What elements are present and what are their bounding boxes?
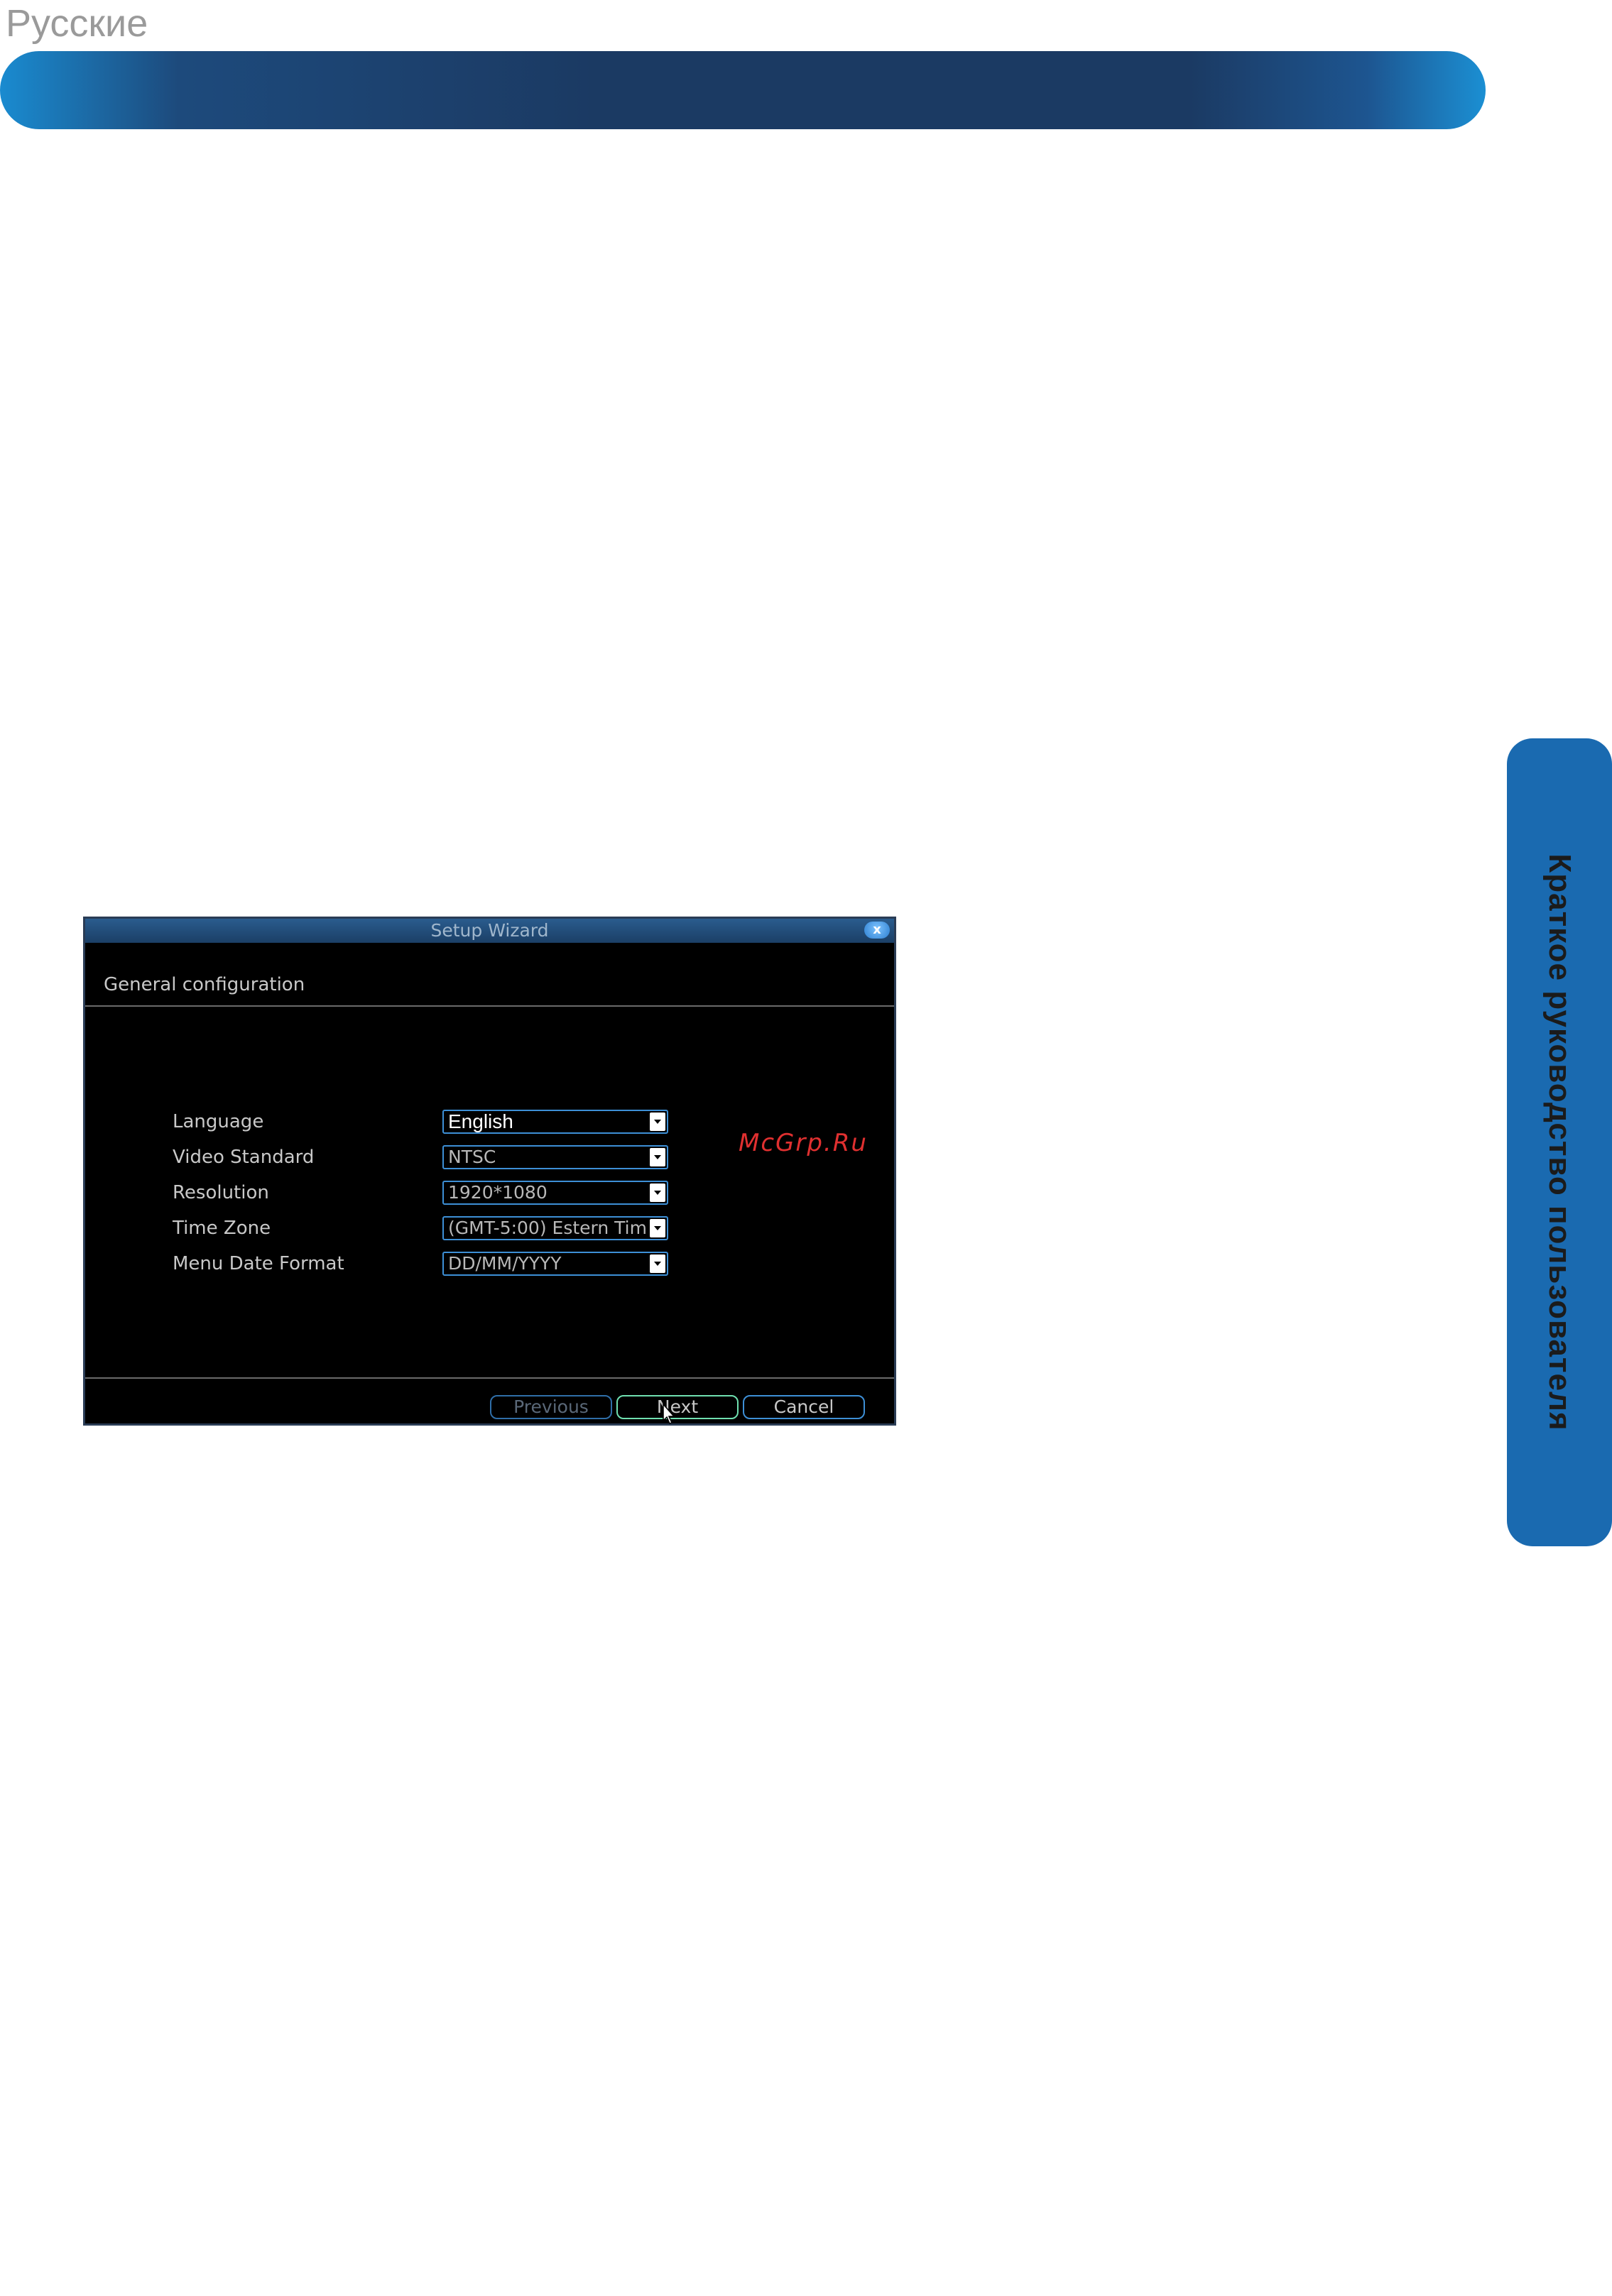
next-button[interactable]: Next [616, 1395, 739, 1419]
language-select[interactable]: English [442, 1110, 668, 1134]
time-zone-select[interactable]: (GMT-5:00) Estern Tim [442, 1216, 668, 1240]
section-title: General configuration [104, 974, 305, 995]
watermark: McGrp.Ru [739, 1129, 868, 1157]
menu-date-format-select[interactable]: DD/MM/YYYY [442, 1252, 668, 1276]
window-title: Setup Wizard [430, 920, 549, 941]
cancel-button[interactable]: Cancel [743, 1395, 865, 1419]
side-tab-label: Краткое руководство пользователя [1542, 853, 1577, 1431]
setup-wizard-window: Setup Wizard x General configuration Lan… [83, 917, 896, 1426]
dropdown-arrow-icon[interactable] [650, 1254, 665, 1273]
divider [85, 1005, 894, 1007]
select-value: (GMT-5:00) Estern Tim [448, 1218, 647, 1238]
setting-label: Time Zone [173, 1218, 271, 1239]
select-value: DD/MM/YYYY [448, 1253, 562, 1274]
dropdown-arrow-icon[interactable] [650, 1113, 665, 1131]
setting-row-time-zone: Time Zone (GMT-5:00) Estern Tim [85, 1215, 894, 1242]
select-value: NTSC [448, 1147, 496, 1167]
setting-label: Resolution [173, 1182, 269, 1203]
dropdown-arrow-icon[interactable] [650, 1219, 665, 1237]
header-banner [0, 51, 1486, 129]
setting-label: Video Standard [173, 1147, 315, 1168]
mouse-cursor-icon [663, 1404, 675, 1424]
resolution-select[interactable]: 1920*1080 [442, 1181, 668, 1205]
close-icon[interactable]: x [864, 922, 890, 939]
select-value: 1920*1080 [448, 1182, 548, 1203]
side-tab: Краткое руководство пользователя [1507, 738, 1612, 1546]
divider [85, 1377, 894, 1379]
setting-row-resolution: Resolution 1920*1080 [85, 1179, 894, 1206]
page-language-label: Русские [6, 2, 148, 45]
setting-label: Menu Date Format [173, 1253, 344, 1274]
previous-button[interactable]: Previous [490, 1395, 612, 1419]
dropdown-arrow-icon[interactable] [650, 1148, 665, 1166]
video-standard-select[interactable]: NTSC [442, 1145, 668, 1169]
select-value: English [448, 1111, 513, 1132]
dropdown-arrow-icon[interactable] [650, 1183, 665, 1202]
window-titlebar: Setup Wizard x [85, 919, 894, 943]
setting-row-menu-date-format: Menu Date Format DD/MM/YYYY [85, 1250, 894, 1277]
setting-label: Language [173, 1111, 264, 1132]
